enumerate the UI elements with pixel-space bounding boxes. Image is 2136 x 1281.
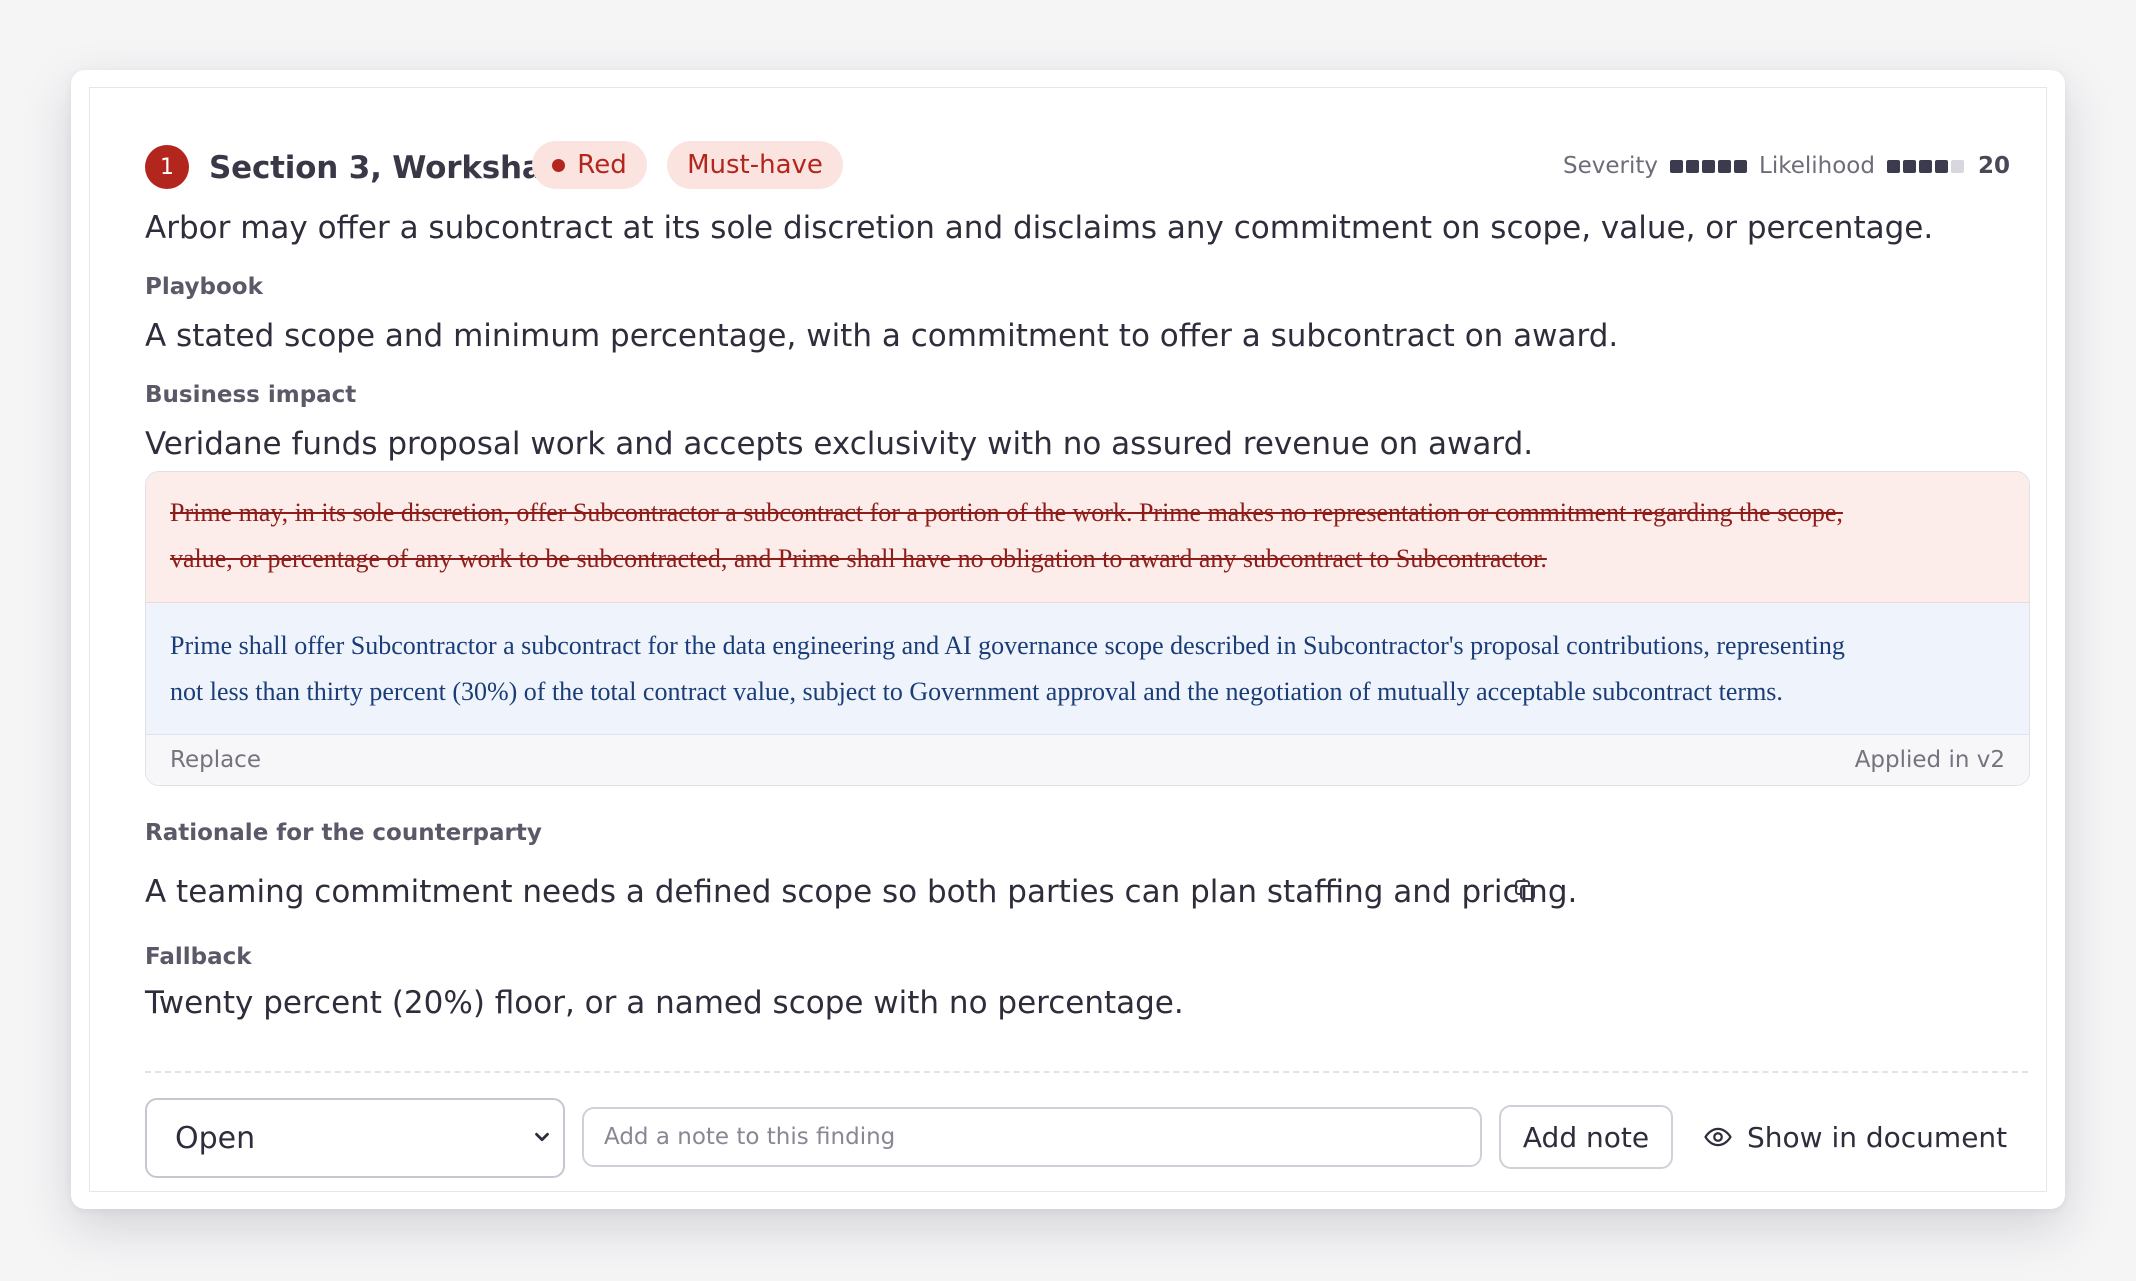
severity-pip <box>1670 159 1684 173</box>
eye-icon <box>1704 1127 1732 1147</box>
impact-label: Business impact <box>145 382 357 408</box>
add-note-button[interactable]: Add note <box>1499 1105 1673 1169</box>
likelihood-label: Likelihood <box>1759 153 1875 179</box>
risk-score: 20 <box>1977 153 2010 179</box>
severity-pip <box>1718 159 1732 173</box>
copy-icon[interactable] <box>1513 878 1537 902</box>
status-dot-icon <box>552 158 566 172</box>
redline-action: Replace <box>170 747 261 773</box>
rationale-text: A teaming commitment needs a defined sco… <box>145 874 1578 910</box>
finding-card: 1 Section 3, Workshare Red Must-have Sev… <box>71 70 2065 1209</box>
note-input-placeholder: Add a note to this finding <box>604 1124 896 1150</box>
severity-pip <box>1734 159 1748 173</box>
severity-pip <box>1686 159 1700 173</box>
finding-summary: Arbor may offer a subcontract at its sol… <box>145 210 1934 246</box>
status-select[interactable]: Open <box>145 1098 565 1178</box>
show-in-document-button[interactable]: Show in document <box>1695 1105 2015 1169</box>
rag-status-badge: Red <box>532 141 647 189</box>
chevron-down-icon <box>531 1121 553 1156</box>
likelihood-meter <box>1886 159 1964 173</box>
playbook-text: A stated scope and minimum percentage, w… <box>145 318 1619 354</box>
inserted-clause-line: Prime shall offer Subcontractor a subcon… <box>170 631 1845 660</box>
redline-panel: Prime may, in its sole discretion, offer… <box>145 471 2030 786</box>
note-input[interactable]: Add a note to this finding <box>582 1107 1482 1167</box>
deleted-clause-line: Prime may, in its sole discretion, offer… <box>170 498 1843 527</box>
section-divider <box>145 1071 2028 1073</box>
deleted-clause-line: value, or percentage of any work to be s… <box>170 544 1547 573</box>
rag-status-label: Red <box>577 150 627 180</box>
redline-footer: Replace Applied in v2 <box>146 735 2029 785</box>
likelihood-pip <box>1886 159 1900 173</box>
risk-metrics: Severity Likelihood 20 <box>1563 148 2010 184</box>
severity-pip <box>1702 159 1716 173</box>
fallback-label: Fallback <box>145 944 252 970</box>
severity-meter <box>1670 159 1748 173</box>
inserted-clause-line: not less than thirty percent (30%) of th… <box>170 677 1783 706</box>
impact-text: Veridane funds proposal work and accepts… <box>145 426 1534 462</box>
fallback-text: Twenty percent (20%) floor, or a named s… <box>145 985 1184 1021</box>
likelihood-pip <box>1950 159 1964 173</box>
show-in-document-label: Show in document <box>1747 1120 2008 1154</box>
likelihood-pip <box>1918 159 1932 173</box>
priority-badge: Must-have <box>667 141 843 189</box>
status-select-value: Open <box>175 1120 256 1156</box>
finding-card-inner: 1 Section 3, Workshare Red Must-have Sev… <box>89 87 2047 1192</box>
inserted-clause: Prime shall offer Subcontractor a subcon… <box>146 603 2029 735</box>
deleted-clause: Prime may, in its sole discretion, offer… <box>146 472 2029 603</box>
playbook-label: Playbook <box>145 274 263 300</box>
finding-title: Section 3, Workshare <box>209 150 579 186</box>
redline-status: Applied in v2 <box>1854 747 2005 773</box>
likelihood-pip <box>1902 159 1916 173</box>
likelihood-pip <box>1934 159 1948 173</box>
severity-label: Severity <box>1563 153 1659 179</box>
finding-number-badge: 1 <box>145 145 189 189</box>
rationale-label: Rationale for the counterparty <box>145 820 542 846</box>
